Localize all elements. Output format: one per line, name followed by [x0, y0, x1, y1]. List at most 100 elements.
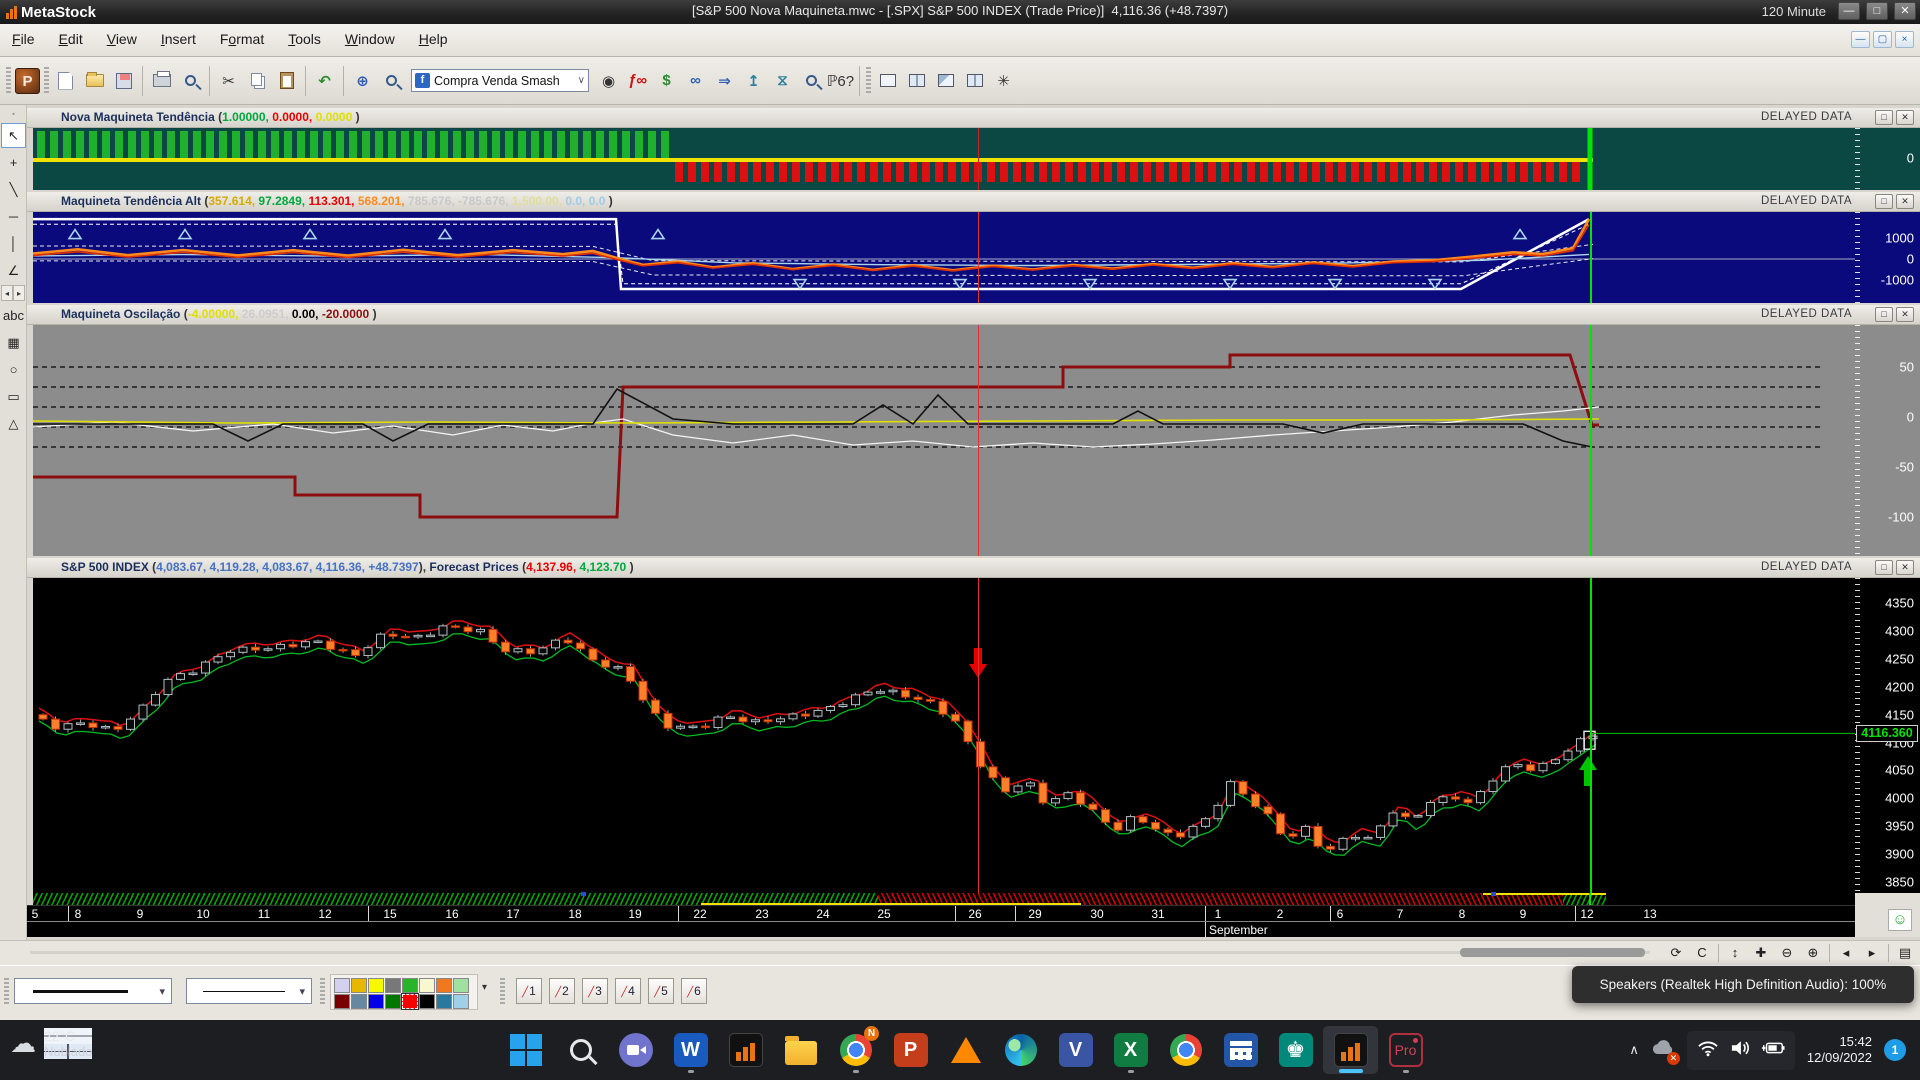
copy-button[interactable]: [244, 67, 271, 94]
metastock-active-icon[interactable]: [1323, 1026, 1378, 1074]
search-icon[interactable]: [553, 1026, 608, 1074]
color-swatch[interactable]: [436, 978, 452, 993]
triangle-tool[interactable]: △: [1, 411, 26, 436]
explorer-globe-button[interactable]: ◉: [595, 67, 622, 94]
print-button[interactable]: [148, 67, 175, 94]
color-swatch[interactable]: [368, 994, 384, 1009]
line-style-combo[interactable]: ▾: [14, 978, 172, 1004]
edge-icon[interactable]: [993, 1026, 1048, 1074]
y-axis-panel-3[interactable]: 500-50-100: [1855, 325, 1920, 556]
pan-button[interactable]: ✚: [1748, 943, 1774, 963]
color-swatch[interactable]: [334, 978, 350, 993]
forecaster-arrow-button[interactable]: ⇒: [711, 67, 738, 94]
y-axis-panel-2[interactable]: 10000-1000: [1855, 212, 1920, 303]
angle-tool[interactable]: ∠: [1, 258, 26, 283]
panel-close-button[interactable]: ✕: [1896, 307, 1914, 322]
menu-window[interactable]: Window: [333, 24, 407, 47]
crosshair-tool[interactable]: +: [1, 150, 26, 175]
page-right-button[interactable]: ▸: [1859, 943, 1885, 963]
color-swatch[interactable]: [351, 978, 367, 993]
horizontal-scrollbar-track[interactable]: [30, 951, 1650, 954]
new-chart-button[interactable]: [52, 67, 79, 94]
menu-view[interactable]: View: [95, 24, 149, 47]
palette-dropdown-icon[interactable]: ▾: [482, 982, 487, 993]
tray-chevron-icon[interactable]: ∧: [1629, 1042, 1639, 1058]
color-swatch[interactable]: [368, 978, 384, 993]
meet-app-icon[interactable]: [608, 1026, 663, 1074]
excel-icon[interactable]: X: [1103, 1026, 1158, 1074]
y-axis-panel-4[interactable]: 4350430042504200415041004050400039503900…: [1855, 578, 1920, 893]
battery-icon[interactable]: [1761, 1040, 1785, 1061]
calculator-icon[interactable]: [1213, 1026, 1268, 1074]
layout-button-3[interactable]: ╱3: [582, 978, 608, 1004]
panel-canvas-2[interactable]: [33, 212, 1855, 303]
visio-icon[interactable]: V: [1048, 1026, 1103, 1074]
zoom-in-button[interactable]: ⊕: [1800, 943, 1826, 963]
minimize-button[interactable]: ―: [1838, 2, 1860, 20]
file-explorer-icon[interactable]: [773, 1026, 828, 1074]
scroll-left-icon[interactable]: ◂: [1, 285, 13, 301]
color-swatch[interactable]: [385, 978, 401, 993]
scroll-right-icon[interactable]: ▸: [13, 285, 25, 301]
date-axis[interactable]: 5891011121516171819222324252629303112678…: [27, 905, 1855, 921]
vlc-icon[interactable]: [938, 1026, 993, 1074]
panel-maximize-button[interactable]: □: [1875, 560, 1893, 575]
expert-dollar-button[interactable]: $: [653, 67, 680, 94]
color-swatch[interactable]: [351, 994, 367, 1009]
strategy-combo[interactable]: fCompra Venda Smash∨: [411, 69, 589, 92]
page-left-button[interactable]: ◂: [1833, 943, 1859, 963]
refresh-chart-button[interactable]: ⟳: [1663, 943, 1689, 963]
color-swatch[interactable]: [402, 994, 418, 1009]
color-swatch[interactable]: [453, 978, 469, 993]
color-swatch[interactable]: [334, 994, 350, 1009]
panel-maximize-button[interactable]: □: [1875, 110, 1893, 125]
close-button[interactable]: ✕: [1894, 2, 1916, 20]
explore-binoculars-button[interactable]: ∞: [682, 67, 709, 94]
color-swatch[interactable]: [402, 978, 418, 993]
rectangle-tool[interactable]: ▭: [1, 384, 26, 409]
word-icon[interactable]: W: [663, 1026, 718, 1074]
volume-icon[interactable]: [1729, 1039, 1751, 1062]
panel-canvas-1[interactable]: [33, 128, 1855, 190]
menu-tools[interactable]: Tools: [276, 24, 333, 47]
color-swatch[interactable]: [419, 978, 435, 993]
tile-horizontal-button[interactable]: [874, 67, 901, 94]
mdi-minimize-button[interactable]: —: [1851, 31, 1870, 48]
powerpoint-icon[interactable]: P: [883, 1026, 938, 1074]
tile-vertical-button[interactable]: [903, 67, 930, 94]
horizontal-scrollbar-thumb[interactable]: [1460, 948, 1645, 957]
downloader-button[interactable]: ↥: [740, 67, 767, 94]
chess-app-icon[interactable]: ♚: [1268, 1026, 1323, 1074]
grid-tool[interactable]: ▦: [1, 330, 26, 355]
menu-edit[interactable]: Edit: [47, 24, 95, 47]
y-axis-panel-1[interactable]: 0: [1855, 128, 1920, 190]
notification-badge[interactable]: 1: [1884, 1039, 1906, 1061]
save-button[interactable]: [110, 67, 137, 94]
workspace-settings-button[interactable]: ✳: [990, 67, 1017, 94]
metastock-icon[interactable]: [718, 1026, 773, 1074]
start-button[interactable]: [498, 1026, 553, 1074]
color-swatch[interactable]: [436, 994, 452, 1009]
zoom-out-button[interactable]: ⊖: [1774, 943, 1800, 963]
layout-button-2[interactable]: ╱2: [549, 978, 575, 1004]
compress-button[interactable]: C: [1689, 943, 1715, 963]
chrome-profile-icon[interactable]: N: [828, 1026, 883, 1074]
toolbar-grip[interactable]: [4, 978, 9, 1006]
cut-button[interactable]: ✂: [215, 67, 242, 94]
horizontal-line-tool[interactable]: ─: [1, 204, 26, 229]
layout-button-6[interactable]: ╱6: [681, 978, 707, 1004]
refresh-data-button[interactable]: ⧖: [769, 67, 796, 94]
open-button[interactable]: [81, 67, 108, 94]
panel-canvas-4[interactable]: [33, 578, 1855, 893]
color-swatch[interactable]: [419, 994, 435, 1009]
panel-header-2[interactable]: Maquineta Tendência Alt (357.614, 97.284…: [27, 192, 1920, 212]
zoom-button[interactable]: [378, 67, 405, 94]
help-pointer-button[interactable]: ℙ6?: [827, 67, 854, 94]
panel-maximize-button[interactable]: □: [1875, 307, 1893, 322]
paste-button[interactable]: [273, 67, 300, 94]
indicator-fx-button[interactable]: ƒ∞: [624, 67, 651, 94]
panel-close-button[interactable]: ✕: [1896, 110, 1914, 125]
metastock-p-button[interactable]: P: [14, 67, 41, 94]
mdi-restore-button[interactable]: ▢: [1873, 31, 1892, 48]
toolbar-grip[interactable]: [320, 978, 325, 1006]
